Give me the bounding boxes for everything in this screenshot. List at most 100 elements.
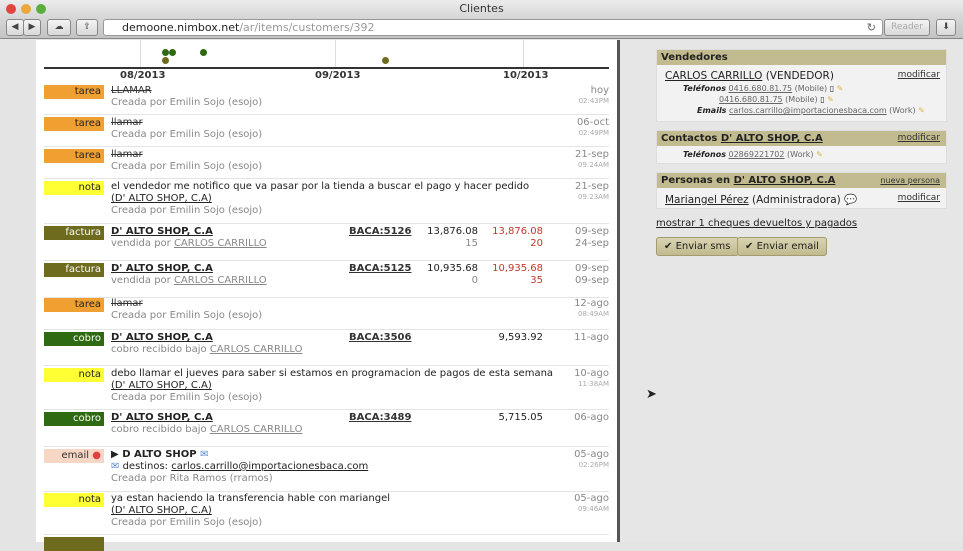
edit-icon[interactable]: ✎	[816, 150, 823, 159]
activity-row[interactable]: nota el vendedor me notifico que va pasar…	[44, 181, 609, 224]
company-link[interactable]: D' ALTO SHOP, C.A	[111, 332, 213, 343]
show-cheques-link[interactable]: mostrar 1 cheques devueltos y pagados	[656, 218, 857, 229]
tick-label: 10/2013	[503, 70, 549, 81]
phone-type: (Mobile)	[794, 84, 828, 93]
company-link[interactable]: D' ALTO SHOP, C.A	[721, 133, 823, 144]
address-bar[interactable]: demoone.nimbox.net/ar/items/customers/39…	[103, 19, 883, 36]
new-person-link[interactable]: nueva persona	[880, 173, 940, 188]
task-title[interactable]: LLAMAR	[111, 85, 152, 96]
task-title[interactable]: llamar	[111, 298, 143, 309]
type-badge: cobro	[44, 332, 104, 346]
reference-link[interactable]: BACA:3489	[349, 412, 411, 423]
phone-type: (Mobile)	[785, 95, 818, 104]
company-link[interactable]: (D' ALTO SHOP, C.A)	[111, 505, 212, 516]
salesperson-link[interactable]: CARLOS CARRILLO	[210, 424, 303, 435]
created-by: Creada por Rita Ramos (rramos)	[111, 473, 273, 484]
timeline-point-factura[interactable]	[382, 57, 389, 64]
activity-row[interactable]: tarea llamar Creada por Emilin Sojo (esojo…	[44, 149, 609, 179]
edit-icon[interactable]: ✎	[837, 84, 844, 93]
forward-button[interactable]: ▶	[23, 19, 41, 36]
timeline-point-cobro[interactable]	[169, 49, 176, 56]
modify-contactos-link[interactable]: modificar	[898, 131, 940, 146]
company-link[interactable]: D' ALTO SHOP, C.A	[111, 412, 213, 423]
email-type: (Work)	[889, 106, 916, 115]
type-badge: factura	[44, 263, 104, 277]
reader-button[interactable]: Reader	[884, 19, 930, 36]
activity-row[interactable]: tarea llamar Creada por Emilin Sojo (esojo…	[44, 298, 609, 330]
edit-icon[interactable]: ✎	[827, 95, 834, 104]
date: hoy	[590, 85, 609, 96]
activity-row[interactable]: tarea LLAMAR Creada por Emilin Sojo (esojo…	[44, 85, 609, 115]
modify-person-link[interactable]: modificar	[898, 193, 940, 203]
type-badge: factura	[44, 226, 104, 240]
vendedor-link[interactable]: CARLOS CARRILLO	[665, 70, 762, 82]
phones-label: Teléfonos	[683, 84, 726, 93]
company-link[interactable]: D' ALTO SHOP, C.A	[111, 263, 213, 274]
window-title: Clientes	[459, 2, 504, 15]
timeline-point-factura[interactable]	[162, 57, 169, 64]
payment-amount: 5,715.05	[498, 412, 543, 423]
reference-link[interactable]: BACA:5126	[349, 226, 411, 237]
send-sms-button[interactable]: ✔ Enviar sms	[656, 237, 739, 256]
activity-row[interactable]: factura D' ALTO SHOP, C.A vendida por CARL…	[44, 226, 609, 261]
type-badge: nota	[44, 493, 104, 507]
vendedores-section: Vendedores CARLOS CARRILLO (VENDEDOR) mo…	[656, 49, 947, 122]
expand-icon: ▶	[111, 449, 119, 460]
time: 11:38AM	[577, 380, 609, 388]
activity-row-partial[interactable]	[44, 537, 609, 551]
envelope-icon: ✉	[111, 461, 120, 472]
company-link[interactable]: (D' ALTO SHOP, C.A)	[111, 193, 212, 204]
activity-row[interactable]: nota ya estan haciendo la transferencia h…	[44, 493, 609, 535]
task-title[interactable]: llamar	[111, 117, 143, 128]
days-value: 15	[465, 238, 478, 249]
activity-row[interactable]: cobro D' ALTO SHOP, C.A cobro recibido baj…	[44, 332, 609, 366]
comment-icon[interactable]: 💬	[844, 194, 857, 206]
minimize-window-button[interactable]	[21, 4, 31, 14]
note-text: debo llamar el jueves para saber si esta…	[111, 368, 554, 379]
time: 09:24AM	[577, 161, 609, 169]
activity-row[interactable]: nota debo llamar el jueves para saber si …	[44, 368, 609, 410]
section-title: Contactos	[661, 133, 718, 144]
reference-link[interactable]: BACA:5125	[349, 263, 411, 274]
email-link[interactable]: carlos.carrillo@importacionesbaca.com	[171, 461, 368, 472]
activity-row[interactable]: factura D' ALTO SHOP, C.A vendida por CARL…	[44, 263, 609, 298]
time: 09:23AM	[577, 193, 609, 201]
task-title[interactable]: llamar	[111, 149, 143, 160]
reload-icon[interactable]: ↻	[867, 20, 876, 35]
created-by: Creada por Emilin Sojo (esojo)	[111, 161, 263, 172]
send-email-button[interactable]: ✔ Enviar email	[737, 237, 827, 256]
company-link[interactable]: D' ALTO SHOP, C.A	[734, 175, 836, 186]
modify-vendedor-link[interactable]: modificar	[898, 70, 940, 80]
phone-link[interactable]: 02869221702	[729, 150, 785, 159]
cloud-icon[interactable]: ☁	[47, 19, 71, 36]
salesperson-link[interactable]: CARLOS CARRILLO	[210, 344, 303, 355]
company-link[interactable]: D' ALTO SHOP, C.A	[111, 226, 213, 237]
email-subject[interactable]: ▶ D ALTO SHOP ✉	[111, 449, 209, 460]
activity-row[interactable]: email ● ▶ D ALTO SHOP ✉ ✉ destinos: carlos…	[44, 449, 609, 492]
activity-row[interactable]: tarea llamar Creada por Emilin Sojo (esojo…	[44, 117, 609, 147]
balance-amount: 13,876.08	[492, 226, 543, 237]
salesperson-link[interactable]: CARLOS CARRILLO	[174, 238, 267, 249]
reference-link[interactable]: BACA:3506	[349, 332, 411, 343]
edit-icon[interactable]: ✎	[918, 106, 925, 115]
date: 05-ago	[574, 449, 609, 460]
downloads-icon[interactable]: ⬇	[936, 19, 956, 36]
email-link[interactable]: carlos.carrillo@importacionesbaca.com	[729, 106, 887, 115]
company-link[interactable]: (D' ALTO SHOP, C.A)	[111, 380, 212, 391]
timeline-point-cobro[interactable]	[162, 49, 169, 56]
zoom-window-button[interactable]	[36, 4, 46, 14]
tick-label: 08/2013	[120, 70, 166, 81]
share-icon[interactable]: ⇪	[76, 19, 98, 36]
person-link[interactable]: Mariangel Pérez	[665, 194, 749, 206]
activity-row[interactable]: cobro D' ALTO SHOP, C.A cobro recibido baj…	[44, 412, 609, 447]
phone-link[interactable]: 0416.680.81.75	[729, 84, 793, 93]
created-by: Creada por Emilin Sojo (esojo)	[111, 129, 263, 140]
back-button[interactable]: ◀	[6, 19, 24, 36]
due-date: 24-sep	[574, 238, 609, 249]
note-text: el vendedor me notifico que va pasar por…	[111, 181, 530, 192]
timeline-point-cobro[interactable]	[200, 49, 207, 56]
phone-link[interactable]: 0416.680.81.75	[719, 95, 783, 104]
salesperson-link[interactable]: CARLOS CARRILLO	[174, 275, 267, 286]
close-window-button[interactable]	[6, 4, 16, 14]
activity-panel: 08/2013 09/2013 10/2013 tarea LLAMAR Cread…	[36, 40, 617, 551]
